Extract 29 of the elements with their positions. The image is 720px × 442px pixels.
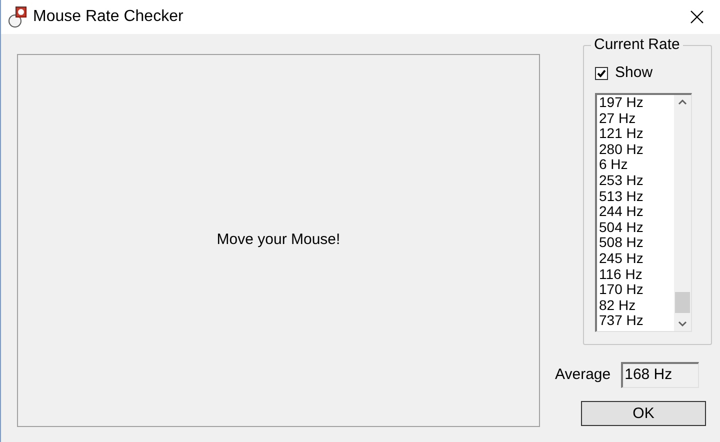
rate-item[interactable]: 82 Hz [599, 298, 674, 314]
rate-item[interactable]: 121 Hz [599, 126, 674, 142]
rate-list[interactable]: 197 Hz 27 Hz 121 Hz 280 Hz 6 Hz 253 Hz 513 Hz 244 Hz 504 Hz 508 Hz 245 Hz 116 Hz 170 Hz 82 Hz 737 Hz [595, 93, 692, 332]
rate-item[interactable]: 504 Hz [599, 220, 674, 236]
scroll-down-icon[interactable] [678, 321, 687, 327]
window-title: Mouse Rate Checker [33, 7, 184, 27]
rate-item[interactable]: 244 Hz [599, 204, 674, 220]
scrollbar[interactable] [674, 95, 691, 331]
average-label: Average [555, 364, 611, 385]
rate-item[interactable]: 253 Hz [599, 172, 674, 189]
rate-item[interactable]: 170 Hz [599, 282, 674, 298]
rate-item[interactable]: 508 Hz [599, 235, 674, 251]
scroll-thumb[interactable] [675, 292, 690, 313]
ok-button[interactable]: OK [581, 401, 706, 426]
show-checkbox[interactable] [595, 66, 608, 80]
checkbox-label: Show [615, 64, 653, 82]
rate-item[interactable]: 513 Hz [599, 188, 674, 204]
instruction-text: Move your Mouse! [216, 230, 340, 250]
rate-item[interactable]: 280 Hz [599, 142, 674, 158]
scroll-up-icon[interactable] [678, 99, 687, 105]
rate-item[interactable]: 116 Hz [599, 266, 674, 282]
rate-item[interactable]: 6 Hz [599, 157, 674, 173]
mouse-area[interactable]: Move your Mouse! [17, 54, 540, 427]
rate-item[interactable]: 737 Hz [599, 313, 674, 329]
rate-item[interactable]: 245 Hz [599, 250, 674, 267]
rate-item[interactable]: 27 Hz [599, 110, 674, 126]
average-field: 168 Hz [620, 362, 699, 388]
rate-item[interactable]: 197 Hz [599, 95, 674, 111]
close-icon[interactable] [690, 10, 704, 24]
